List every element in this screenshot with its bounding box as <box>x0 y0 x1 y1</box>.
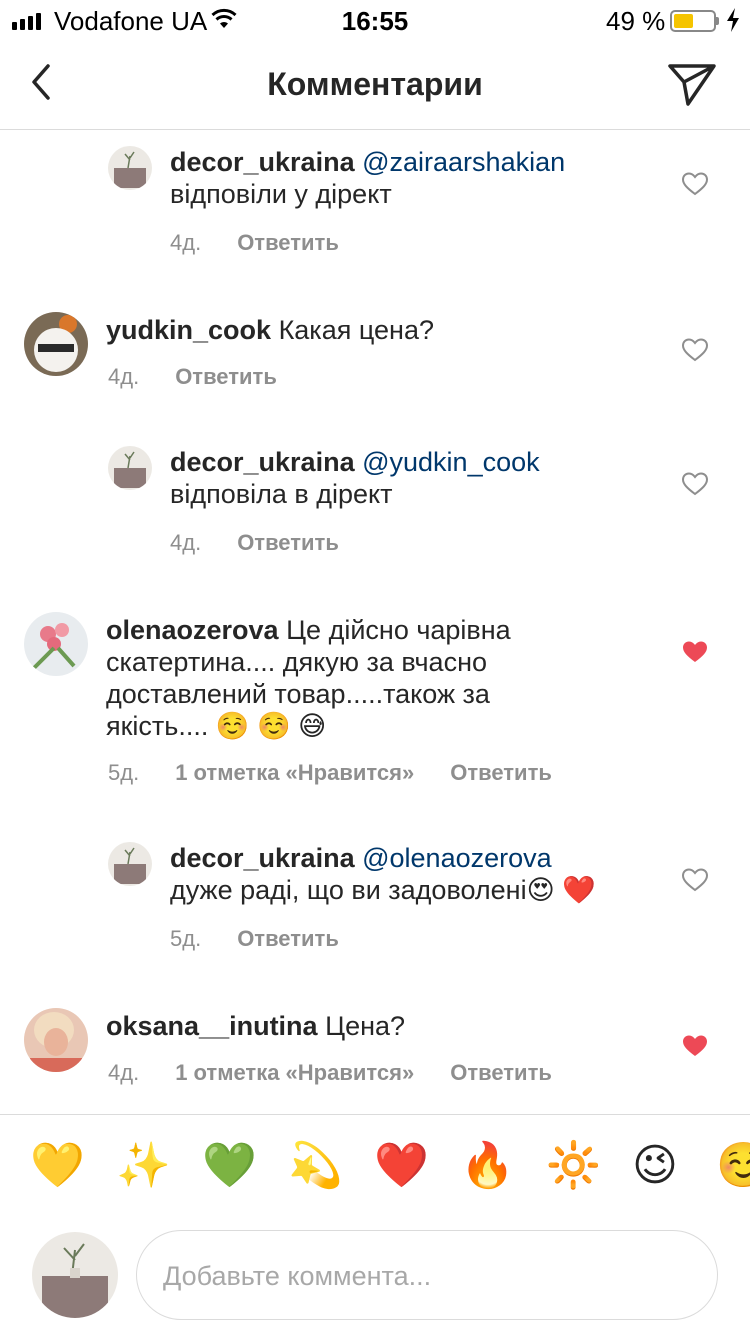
emoji-sparkles[interactable]: ✨ <box>116 1141 171 1191</box>
comment-text: Цена? <box>325 1011 406 1041</box>
comment-username[interactable]: decor_ukraina <box>170 447 355 477</box>
reply-button[interactable]: Ответить <box>450 1060 552 1086</box>
emoji-green-heart[interactable]: 💚 <box>202 1141 257 1191</box>
comment-meta: 5д. 1 отметка «Нравится» Ответить <box>108 760 588 786</box>
comment-time: 4д. <box>170 530 202 555</box>
comment-meta: 5д. Ответить <box>170 926 375 952</box>
avatar[interactable] <box>24 312 88 376</box>
comment-mention[interactable]: @olenaozerova <box>362 843 552 873</box>
avatar <box>32 1232 118 1318</box>
comment-time: 4д. <box>108 364 140 389</box>
reply-button[interactable]: Ответить <box>237 926 339 952</box>
page-title: Комментарии <box>267 66 483 102</box>
battery-percent: 49 % <box>606 6 666 36</box>
avatar[interactable] <box>108 446 152 490</box>
heart-outline-icon[interactable] <box>682 868 708 892</box>
reply-button[interactable]: Ответить <box>237 230 339 256</box>
status-bar: Vodafone UA 16:55 49 % <box>0 0 750 40</box>
avatar[interactable] <box>24 612 88 676</box>
comment-text: Це дійсно чарівна <box>286 615 511 645</box>
emoji-red-heart[interactable]: ❤️ <box>374 1141 429 1191</box>
avatar[interactable] <box>24 1008 88 1072</box>
avatar[interactable] <box>108 842 152 886</box>
heart-outline-icon[interactable] <box>682 338 708 362</box>
comment-meta: 4д. Ответить <box>108 364 313 390</box>
reply-button[interactable]: Ответить <box>450 760 552 786</box>
comment-text: відповіла в дірект <box>170 479 393 509</box>
comment-composer <box>0 1222 750 1334</box>
heart-outline-icon[interactable] <box>682 172 708 196</box>
comment-time: 4д. <box>108 1060 140 1085</box>
heart-outline-icon[interactable] <box>682 472 708 496</box>
emoji-smiling[interactable]: ☺️ <box>716 1141 750 1191</box>
comment-mention[interactable]: @zairaarshakian <box>362 147 565 177</box>
heart-filled-icon[interactable] <box>682 640 708 664</box>
comment-time: 5д. <box>170 926 202 951</box>
comment-text: доставлений товар.....також за <box>106 679 490 709</box>
battery-tip <box>716 17 719 25</box>
reply-button[interactable]: Ответить <box>237 530 339 556</box>
comment-username[interactable]: decor_ukraina <box>170 843 355 873</box>
emoji-fire[interactable]: 🔥 <box>460 1141 515 1191</box>
comment-text: скатертина.... дякую за вчасно <box>106 647 487 677</box>
charging-icon <box>727 8 739 32</box>
comments-list: decor_ukraina @zairaarshakian відповіли … <box>0 130 750 1115</box>
emoji-dizzy[interactable]: 💫 <box>288 1141 343 1191</box>
reply-button[interactable]: Ответить <box>175 364 277 390</box>
comment-time: 4д. <box>170 230 202 255</box>
comment-meta: 4д. Ответить <box>170 230 375 256</box>
emoji-sun[interactable]: 🔆 <box>546 1141 601 1191</box>
comment-text: дуже раді, що ви задоволені😍 ❤️ <box>170 875 596 905</box>
emoji-yellow-heart[interactable]: 💛 <box>30 1141 85 1191</box>
comment-meta: 4д. 1 отметка «Нравится» Ответить <box>108 1060 588 1086</box>
comment-mention[interactable]: @yudkin_cook <box>362 447 540 477</box>
comment-text: якість.... ☺️ ☺️ 😅 <box>106 711 327 741</box>
comment-username[interactable]: decor_ukraina <box>170 147 355 177</box>
comment-input[interactable] <box>163 1251 693 1301</box>
comment-username[interactable]: olenaozerova <box>106 615 279 645</box>
comment-meta: 4д. Ответить <box>170 530 375 556</box>
emoji-bar: 💛 ✨ 💚 💫 ❤️ 🔥 🔆 😉 ☺️ <box>0 1114 750 1222</box>
avatar[interactable] <box>108 146 152 190</box>
comment-username[interactable]: yudkin_cook <box>106 315 271 345</box>
heart-filled-icon[interactable] <box>682 1034 708 1058</box>
comment-time: 5д. <box>108 760 140 785</box>
likes-count[interactable]: 1 отметка «Нравится» <box>175 1060 414 1086</box>
emoji-wink[interactable]: 😉 <box>632 1141 678 1191</box>
battery-icon <box>670 10 716 32</box>
comment-input-wrapper <box>136 1230 718 1320</box>
comment-username[interactable]: oksana__inutina <box>106 1011 318 1041</box>
likes-count[interactable]: 1 отметка «Нравится» <box>175 760 414 786</box>
direct-send-icon[interactable] <box>666 58 718 110</box>
comment-text: відповіли у дірект <box>170 179 392 209</box>
comment-text: Какая цена? <box>278 315 434 345</box>
nav-bar: Комментарии <box>0 40 750 130</box>
